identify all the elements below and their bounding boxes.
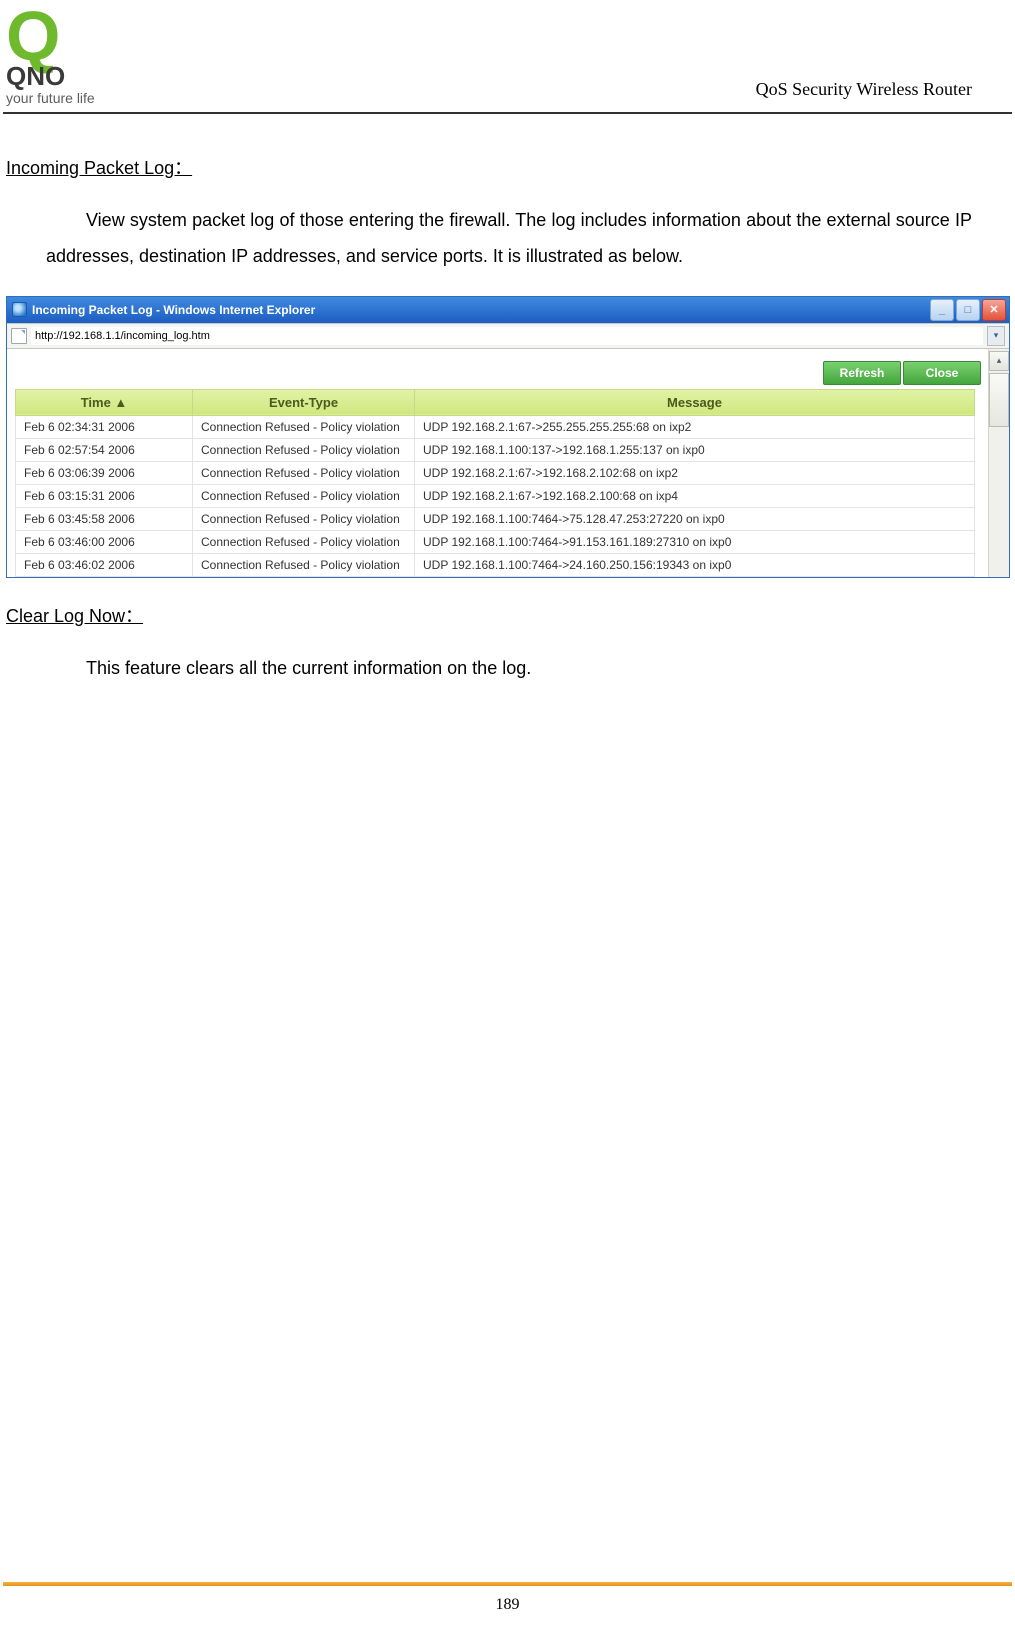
col-time[interactable]: Time ▲ bbox=[16, 389, 193, 415]
close-button[interactable]: ✕ bbox=[982, 299, 1006, 321]
cell-time: Feb 6 03:46:02 2006 bbox=[16, 553, 193, 576]
document-body: Incoming Packet Log： View system packet … bbox=[3, 114, 1012, 708]
cell-time: Feb 6 03:06:39 2006 bbox=[16, 461, 193, 484]
refresh-button[interactable]: Refresh bbox=[823, 361, 901, 385]
scrollbar[interactable]: ▴ bbox=[988, 349, 1009, 577]
cell-event: Connection Refused - Policy violation bbox=[193, 415, 415, 438]
cell-event: Connection Refused - Policy violation bbox=[193, 553, 415, 576]
col-event-type[interactable]: Event-Type bbox=[193, 389, 415, 415]
table-row: Feb 6 03:46:02 2006 Connection Refused -… bbox=[16, 553, 975, 576]
scroll-thumb[interactable] bbox=[989, 373, 1009, 427]
cell-time: Feb 6 02:34:31 2006 bbox=[16, 415, 193, 438]
url-dropdown-button[interactable]: ▾ bbox=[987, 326, 1005, 346]
cell-message: UDP 192.168.2.1:67->255.255.255.255:68 o… bbox=[415, 415, 975, 438]
window-content: ▴ Refresh Close Time ▲ Event-Type Mess bbox=[7, 349, 1009, 577]
log-toolbar: Refresh Close bbox=[15, 357, 987, 389]
cell-message: UDP 192.168.1.100:7464->75.128.47.253:27… bbox=[415, 507, 975, 530]
cell-message: UDP 192.168.2.1:67->192.168.2.100:68 on … bbox=[415, 484, 975, 507]
cell-time: Feb 6 03:15:31 2006 bbox=[16, 484, 193, 507]
page-title: QoS Security Wireless Router bbox=[756, 79, 972, 100]
section-heading-clear: Clear Log Now： bbox=[6, 602, 972, 628]
table-row: Feb 6 03:46:00 2006 Connection Refused -… bbox=[16, 530, 975, 553]
section-body-clear: This feature clears all the current info… bbox=[6, 628, 972, 708]
scroll-up-button[interactable]: ▴ bbox=[989, 351, 1009, 371]
col-message[interactable]: Message bbox=[415, 389, 975, 415]
table-row: Feb 6 02:34:31 2006 Connection Refused -… bbox=[16, 415, 975, 438]
address-bar: ▾ bbox=[7, 323, 1009, 349]
cell-event: Connection Refused - Policy violation bbox=[193, 530, 415, 553]
cell-time: Feb 6 02:57:54 2006 bbox=[16, 438, 193, 461]
table-row: Feb 6 03:15:31 2006 Connection Refused -… bbox=[16, 484, 975, 507]
logo-q-icon: Q bbox=[6, 10, 60, 63]
maximize-button[interactable]: □ bbox=[956, 299, 980, 321]
ie-icon bbox=[12, 302, 27, 317]
cell-event: Connection Refused - Policy violation bbox=[193, 507, 415, 530]
cell-message: UDP 192.168.1.100:7464->91.153.161.189:2… bbox=[415, 530, 975, 553]
footer-bar bbox=[3, 1582, 1012, 1586]
cell-event: Connection Refused - Policy violation bbox=[193, 461, 415, 484]
cell-message: UDP 192.168.1.100:7464->24.160.250.156:1… bbox=[415, 553, 975, 576]
cell-message: UDP 192.168.1.100:137->192.168.1.255:137… bbox=[415, 438, 975, 461]
table-row: Feb 6 03:06:39 2006 Connection Refused -… bbox=[16, 461, 975, 484]
close-log-button[interactable]: Close bbox=[903, 361, 981, 385]
page-header: Q QNO your future life QoS Security Wire… bbox=[3, 0, 1012, 114]
brand-name: QNO bbox=[6, 63, 65, 90]
brand-logo: Q QNO your future life bbox=[6, 10, 95, 106]
cell-event: Connection Refused - Policy violation bbox=[193, 484, 415, 507]
cell-time: Feb 6 03:46:00 2006 bbox=[16, 530, 193, 553]
cell-event: Connection Refused - Policy violation bbox=[193, 438, 415, 461]
cell-time: Feb 6 03:45:58 2006 bbox=[16, 507, 193, 530]
table-header-row: Time ▲ Event-Type Message bbox=[16, 389, 975, 415]
window-title-text: Incoming Packet Log - Windows Internet E… bbox=[32, 303, 315, 317]
table-row: Feb 6 03:45:58 2006 Connection Refused -… bbox=[16, 507, 975, 530]
brand-tagline: your future life bbox=[6, 90, 95, 106]
table-row: Feb 6 02:57:54 2006 Connection Refused -… bbox=[16, 438, 975, 461]
url-input[interactable] bbox=[31, 327, 983, 345]
section-body-incoming: View system packet log of those entering… bbox=[6, 180, 972, 296]
screenshot-window: Incoming Packet Log - Windows Internet E… bbox=[6, 296, 1010, 578]
minimize-button[interactable]: _ bbox=[930, 299, 954, 321]
page-icon bbox=[11, 328, 27, 344]
log-table: Time ▲ Event-Type Message Feb 6 02:34:31… bbox=[15, 389, 975, 577]
section-heading-incoming: Incoming Packet Log： bbox=[6, 154, 972, 180]
window-titlebar: Incoming Packet Log - Windows Internet E… bbox=[7, 297, 1009, 323]
page-number: 189 bbox=[0, 1596, 1015, 1614]
cell-message: UDP 192.168.2.1:67->192.168.2.102:68 on … bbox=[415, 461, 975, 484]
